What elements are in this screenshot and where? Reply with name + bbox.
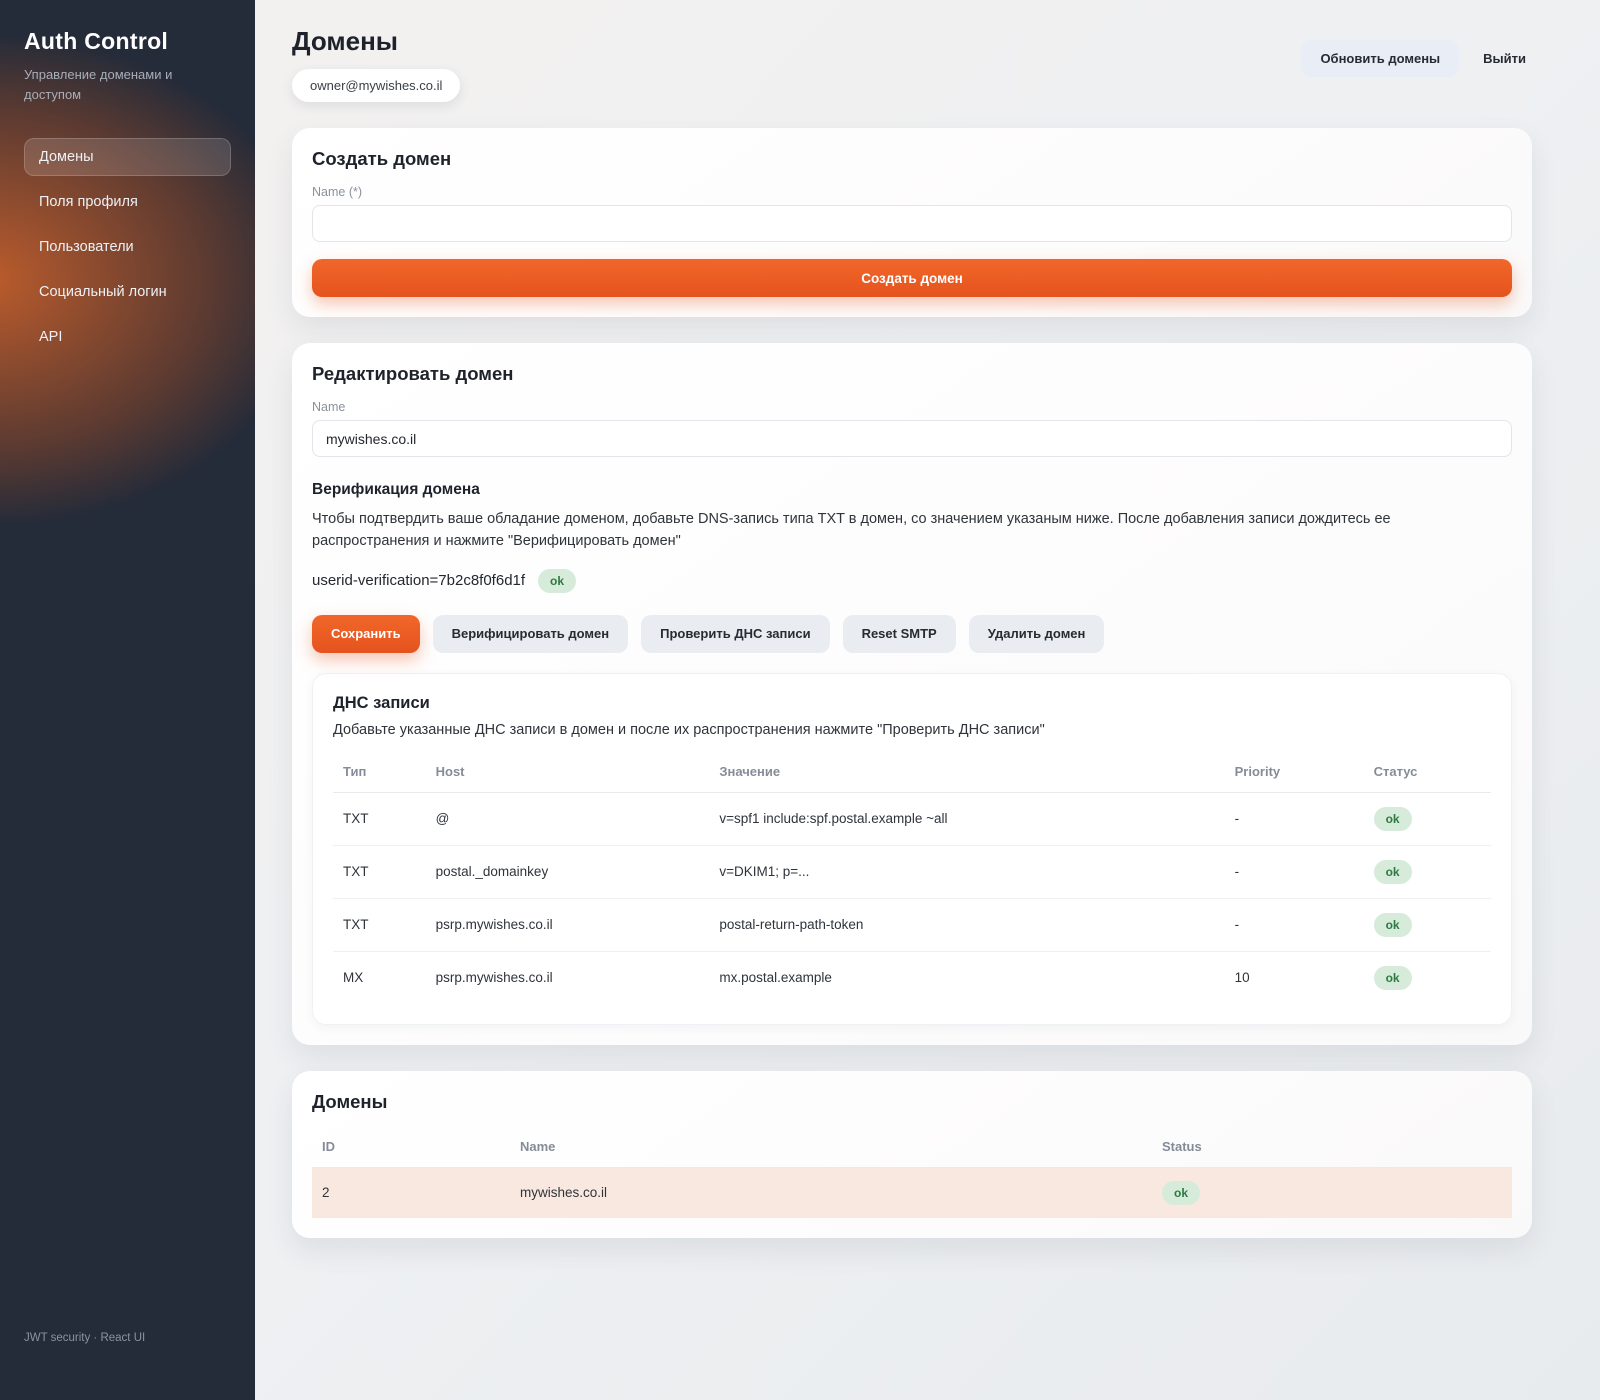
edit-domain-card: Редактировать домен Name Верификация дом… — [292, 343, 1532, 1045]
check-dns-button[interactable]: Проверить ДНС записи — [641, 615, 829, 653]
dns-record-status-cell: ok — [1364, 792, 1491, 845]
dns-record-status-cell: ok — [1364, 845, 1491, 898]
dns-record-host: postal._domainkey — [426, 845, 710, 898]
app-title: Auth Control — [24, 28, 231, 55]
create-name-label: Name (*) — [312, 185, 1512, 199]
dns-record-status-badge: ok — [1374, 807, 1412, 831]
dns-col-priority: Priority — [1225, 752, 1364, 793]
dns-record-host: @ — [426, 792, 710, 845]
dns-record-status-cell: ok — [1364, 951, 1491, 1004]
dns-col-value: Значение — [709, 752, 1224, 793]
domains-table: ID Name Status 2 mywishes.co.il ok — [312, 1127, 1512, 1218]
topbar: Домены owner@mywishes.co.il Обновить дом… — [292, 26, 1532, 102]
create-name-input[interactable] — [312, 205, 1512, 242]
verification-title: Верификация домена — [312, 481, 1512, 499]
logout-button[interactable]: Выйти — [1477, 40, 1532, 77]
sidebar-nav-item[interactable]: API — [24, 318, 231, 356]
sidebar-nav-item-label: Пользователи — [39, 239, 134, 255]
sidebar-nav-item[interactable]: Социальный логин — [24, 273, 231, 311]
dns-records-card: ДНС записи Добавьте указанные ДНС записи… — [312, 673, 1512, 1025]
domain-id: 2 — [312, 1167, 510, 1218]
dns-record-host: psrp.mywishes.co.il — [426, 951, 710, 1004]
domain-row[interactable]: 2 mywishes.co.il ok — [312, 1167, 1512, 1218]
sidebar-nav-item[interactable]: Поля профиля — [24, 183, 231, 221]
dns-record-status-cell: ok — [1364, 898, 1491, 951]
dns-record-priority: - — [1225, 898, 1364, 951]
edit-domain-title: Редактировать домен — [312, 363, 1512, 385]
dns-col-host: Host — [426, 752, 710, 793]
sidebar-nav-item-label: API — [39, 329, 62, 345]
dns-records-table: Тип Host Значение Priority Статус TXT @ … — [333, 752, 1491, 1004]
domains-list-card: Домены ID Name Status 2 mywishes.co.il o — [292, 1071, 1532, 1238]
dns-record-row: TXT psrp.mywishes.co.il postal-return-pa… — [333, 898, 1491, 951]
topbar-actions: Обновить домены Выйти — [1301, 40, 1532, 77]
domains-col-id: ID — [312, 1127, 510, 1168]
app-subtitle: Управление доменами и доступом — [24, 65, 204, 104]
page-title: Домены — [292, 26, 460, 57]
save-button[interactable]: Сохранить — [312, 615, 420, 653]
domain-status-badge: ok — [1162, 1181, 1200, 1205]
create-domain-button[interactable]: Создать домен — [312, 259, 1512, 297]
reset-smtp-button[interactable]: Reset SMTP — [843, 615, 956, 653]
dns-record-status-badge: ok — [1374, 860, 1412, 884]
sidebar-nav: Домены Поля профиля Пользователи Социаль… — [24, 138, 231, 356]
dns-records-title: ДНС записи — [333, 694, 1491, 713]
main-content: Домены owner@mywishes.co.il Обновить дом… — [255, 0, 1600, 1400]
dns-record-value: v=spf1 include:spf.postal.example ~all — [709, 792, 1224, 845]
dns-record-type: TXT — [333, 845, 426, 898]
dns-record-type: TXT — [333, 792, 426, 845]
verification-token-row: userid-verification=7b2c8f0f6d1f ok — [312, 569, 1512, 593]
dns-col-type: Тип — [333, 752, 426, 793]
dns-record-row: TXT @ v=spf1 include:spf.postal.example … — [333, 792, 1491, 845]
verification-description: Чтобы подтвердить ваше обладание доменом… — [312, 508, 1442, 553]
edit-name-label: Name — [312, 400, 1512, 414]
sidebar-footer-text: JWT security · React UI — [24, 1332, 145, 1344]
sidebar-nav-item-label: Поля профиля — [39, 194, 138, 210]
dns-record-row: TXT postal._domainkey v=DKIM1; p=... - o… — [333, 845, 1491, 898]
verification-status-badge: ok — [538, 569, 576, 593]
dns-record-priority: - — [1225, 792, 1364, 845]
domains-col-name: Name — [510, 1127, 1152, 1168]
dns-record-value: mx.postal.example — [709, 951, 1224, 1004]
dns-record-type: TXT — [333, 898, 426, 951]
refresh-domains-button[interactable]: Обновить домены — [1301, 40, 1459, 77]
dns-record-row: MX psrp.mywishes.co.il mx.postal.example… — [333, 951, 1491, 1004]
domains-table-header-row: ID Name Status — [312, 1127, 1512, 1168]
sidebar-nav-item[interactable]: Домены — [24, 138, 231, 176]
dns-record-priority: 10 — [1225, 951, 1364, 1004]
sidebar-nav-item[interactable]: Пользователи — [24, 228, 231, 266]
dns-record-status-badge: ok — [1374, 966, 1412, 990]
edit-name-input[interactable] — [312, 420, 1512, 457]
sidebar: Auth Control Управление доменами и досту… — [0, 0, 255, 1400]
dns-table-header-row: Тип Host Значение Priority Статус — [333, 752, 1491, 793]
sidebar-nav-item-label: Домены — [39, 149, 94, 165]
delete-domain-button[interactable]: Удалить домен — [969, 615, 1105, 653]
domain-actions-row: Сохранить Верифицировать домен Проверить… — [312, 615, 1512, 653]
dns-col-status: Статус — [1364, 752, 1491, 793]
dns-record-status-badge: ok — [1374, 913, 1412, 937]
create-domain-card: Создать домен Name (*) Создать домен — [292, 128, 1532, 317]
dns-record-type: MX — [333, 951, 426, 1004]
domains-list-title: Домены — [312, 1091, 1512, 1113]
domain-status-cell: ok — [1152, 1167, 1512, 1218]
dns-record-value: postal-return-path-token — [709, 898, 1224, 951]
domains-col-status: Status — [1152, 1127, 1512, 1168]
create-domain-title: Создать домен — [312, 148, 1512, 170]
dns-record-priority: - — [1225, 845, 1364, 898]
dns-record-value: v=DKIM1; p=... — [709, 845, 1224, 898]
topbar-left: Домены owner@mywishes.co.il — [292, 26, 460, 102]
domain-name: mywishes.co.il — [510, 1167, 1152, 1218]
dns-record-host: psrp.mywishes.co.il — [426, 898, 710, 951]
verification-token: userid-verification=7b2c8f0f6d1f — [312, 572, 525, 589]
account-email-badge: owner@mywishes.co.il — [292, 69, 460, 102]
verify-domain-button[interactable]: Верифицировать домен — [433, 615, 629, 653]
dns-records-description: Добавьте указанные ДНС записи в домен и … — [333, 722, 1491, 738]
sidebar-nav-item-label: Социальный логин — [39, 284, 167, 300]
